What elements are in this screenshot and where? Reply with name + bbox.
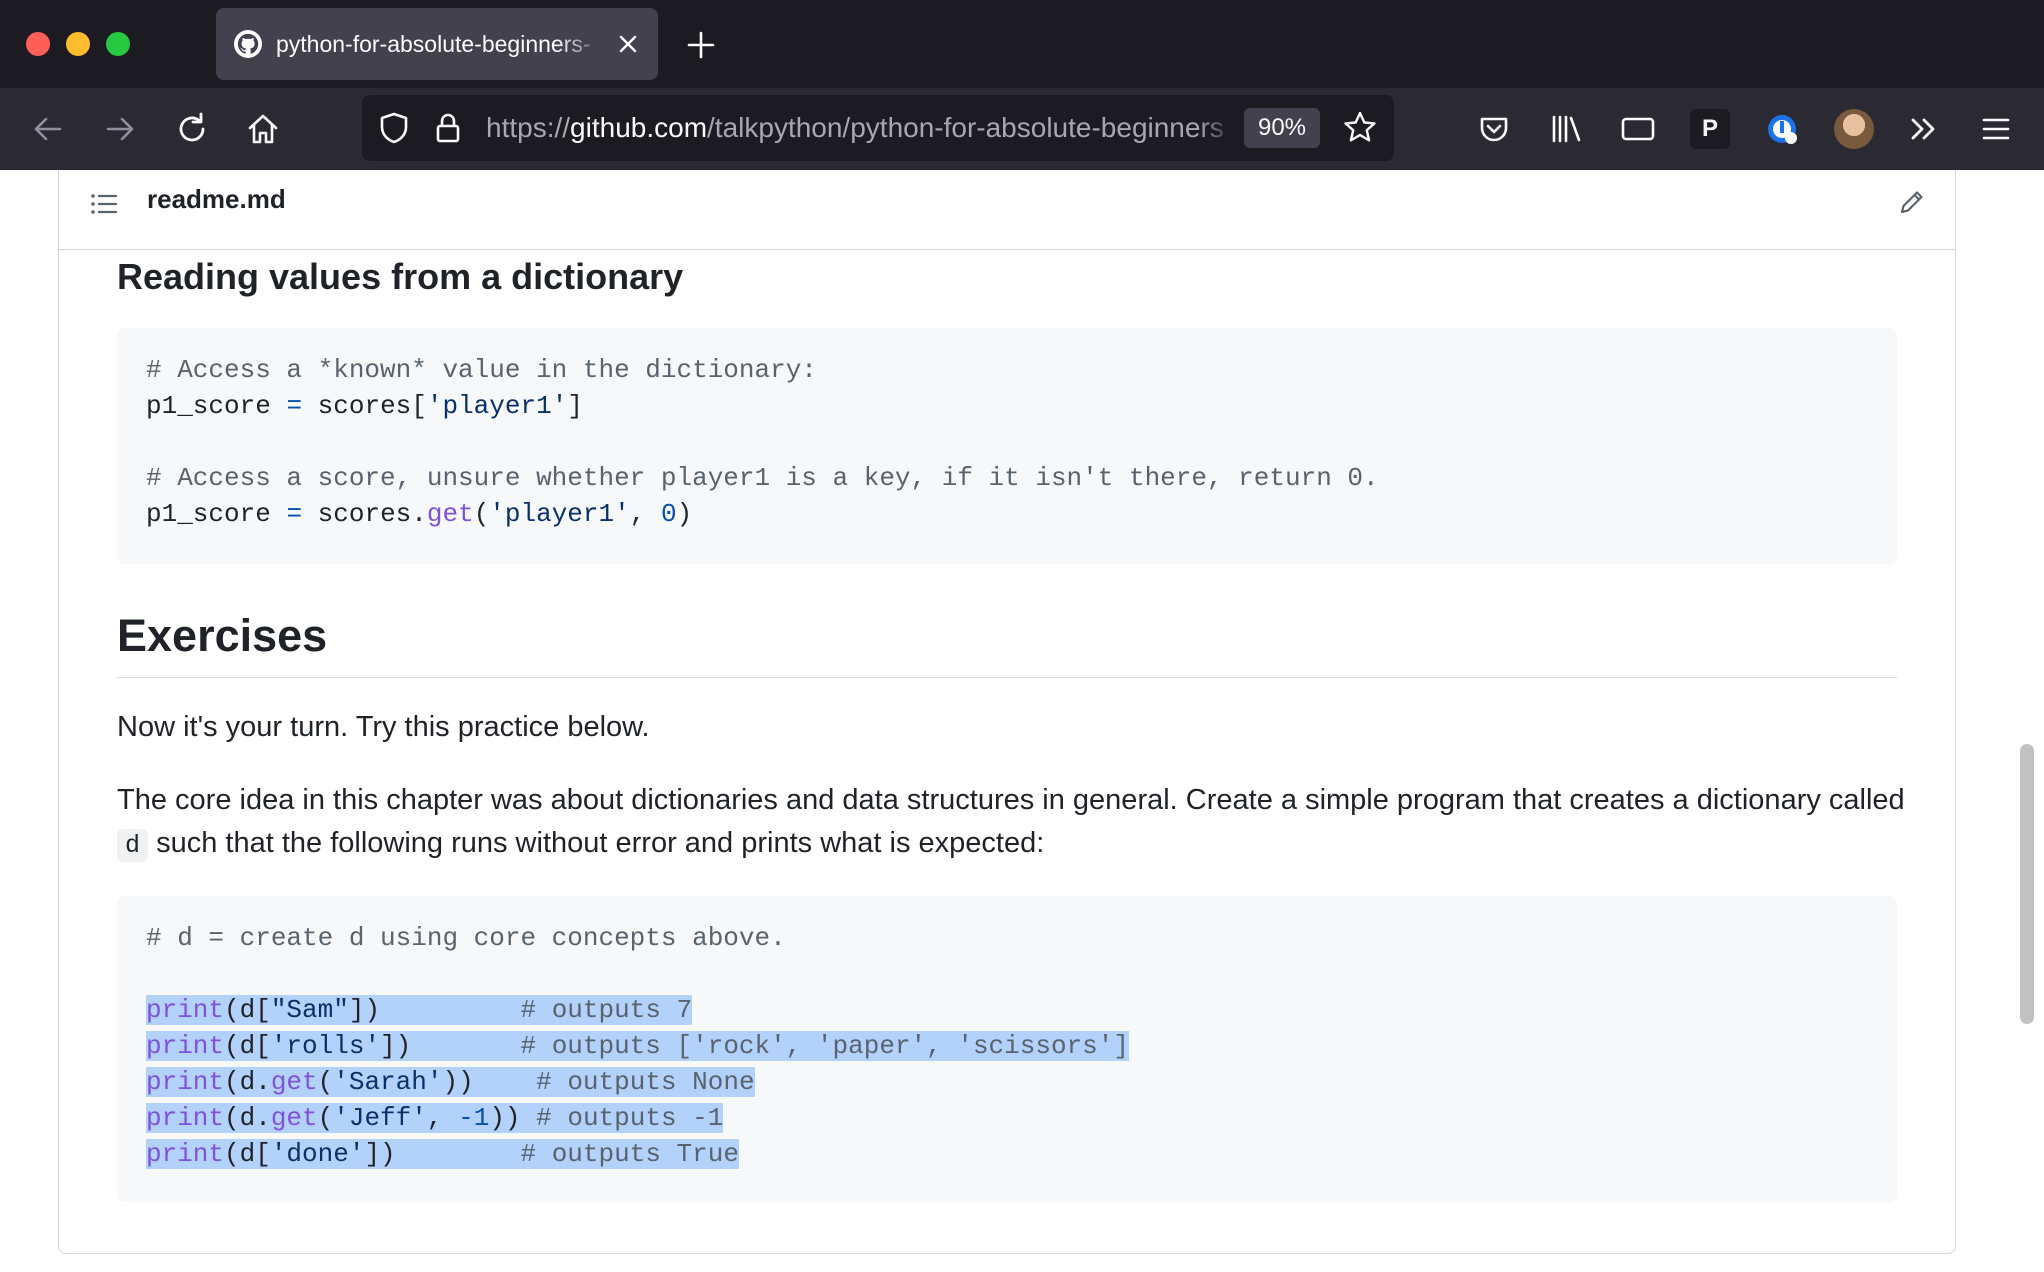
- code-text: # d = create d using core concepts above…: [146, 923, 1129, 1169]
- overflow-chevrons-icon[interactable]: [1904, 109, 1944, 149]
- url-text[interactable]: https://github.com/talkpython/python-for…: [486, 95, 1236, 161]
- forward-icon[interactable]: [100, 109, 140, 149]
- shield-icon[interactable]: [374, 108, 414, 148]
- paragraph: Now it's your turn. Try this practice be…: [117, 711, 650, 743]
- heading-divider: [117, 677, 1897, 678]
- lock-icon[interactable]: [428, 108, 468, 148]
- github-icon: [234, 30, 262, 58]
- new-tab-icon[interactable]: [686, 30, 716, 60]
- reload-icon[interactable]: [172, 109, 212, 149]
- code-block: # Access a *known* value in the dictiona…: [117, 328, 1897, 564]
- page-content: readme.md Reading values from a dictiona…: [0, 170, 2044, 1272]
- extension-p-button[interactable]: P: [1690, 109, 1730, 149]
- zoom-level-badge[interactable]: 90%: [1244, 108, 1320, 148]
- back-icon[interactable]: [28, 109, 68, 149]
- close-icon[interactable]: [616, 32, 640, 56]
- menu-icon[interactable]: [1976, 109, 2016, 149]
- sidebar-icon[interactable]: [1618, 109, 1658, 149]
- library-icon[interactable]: [1546, 109, 1586, 149]
- exercise-code-block: # d = create d using core concepts above…: [117, 896, 1897, 1202]
- scrollbar-thumb[interactable]: [2020, 744, 2034, 1024]
- avatar[interactable]: [1834, 109, 1874, 149]
- code-text: # Access a *known* value in the dictiona…: [146, 355, 1379, 529]
- bookmark-star-icon[interactable]: [1340, 108, 1380, 148]
- paragraph: The core idea in this chapter was about …: [117, 784, 1905, 862]
- tab-title: python-for-absolute-beginners-: [276, 31, 591, 57]
- list-icon[interactable]: [89, 189, 119, 219]
- tab-bar: python-for-absolute-beginners-: [0, 0, 2044, 88]
- window-zoom-button[interactable]: [106, 32, 130, 56]
- window-close-button[interactable]: [26, 32, 50, 56]
- readme-header: readme.md: [59, 170, 1955, 250]
- browser-tab[interactable]: python-for-absolute-beginners-: [216, 8, 658, 80]
- pencil-icon[interactable]: [1897, 187, 1927, 217]
- home-icon[interactable]: [243, 109, 283, 149]
- password-manager-icon[interactable]: [1762, 109, 1802, 149]
- pocket-icon[interactable]: [1474, 109, 1514, 149]
- section-heading: Reading values from a dictionary: [117, 256, 684, 297]
- exercises-heading: Exercises: [117, 610, 328, 661]
- file-name: readme.md: [147, 184, 286, 214]
- address-bar[interactable]: https://github.com/talkpython/python-for…: [362, 95, 1394, 161]
- window-minimize-button[interactable]: [66, 32, 90, 56]
- inline-code: d: [117, 829, 149, 862]
